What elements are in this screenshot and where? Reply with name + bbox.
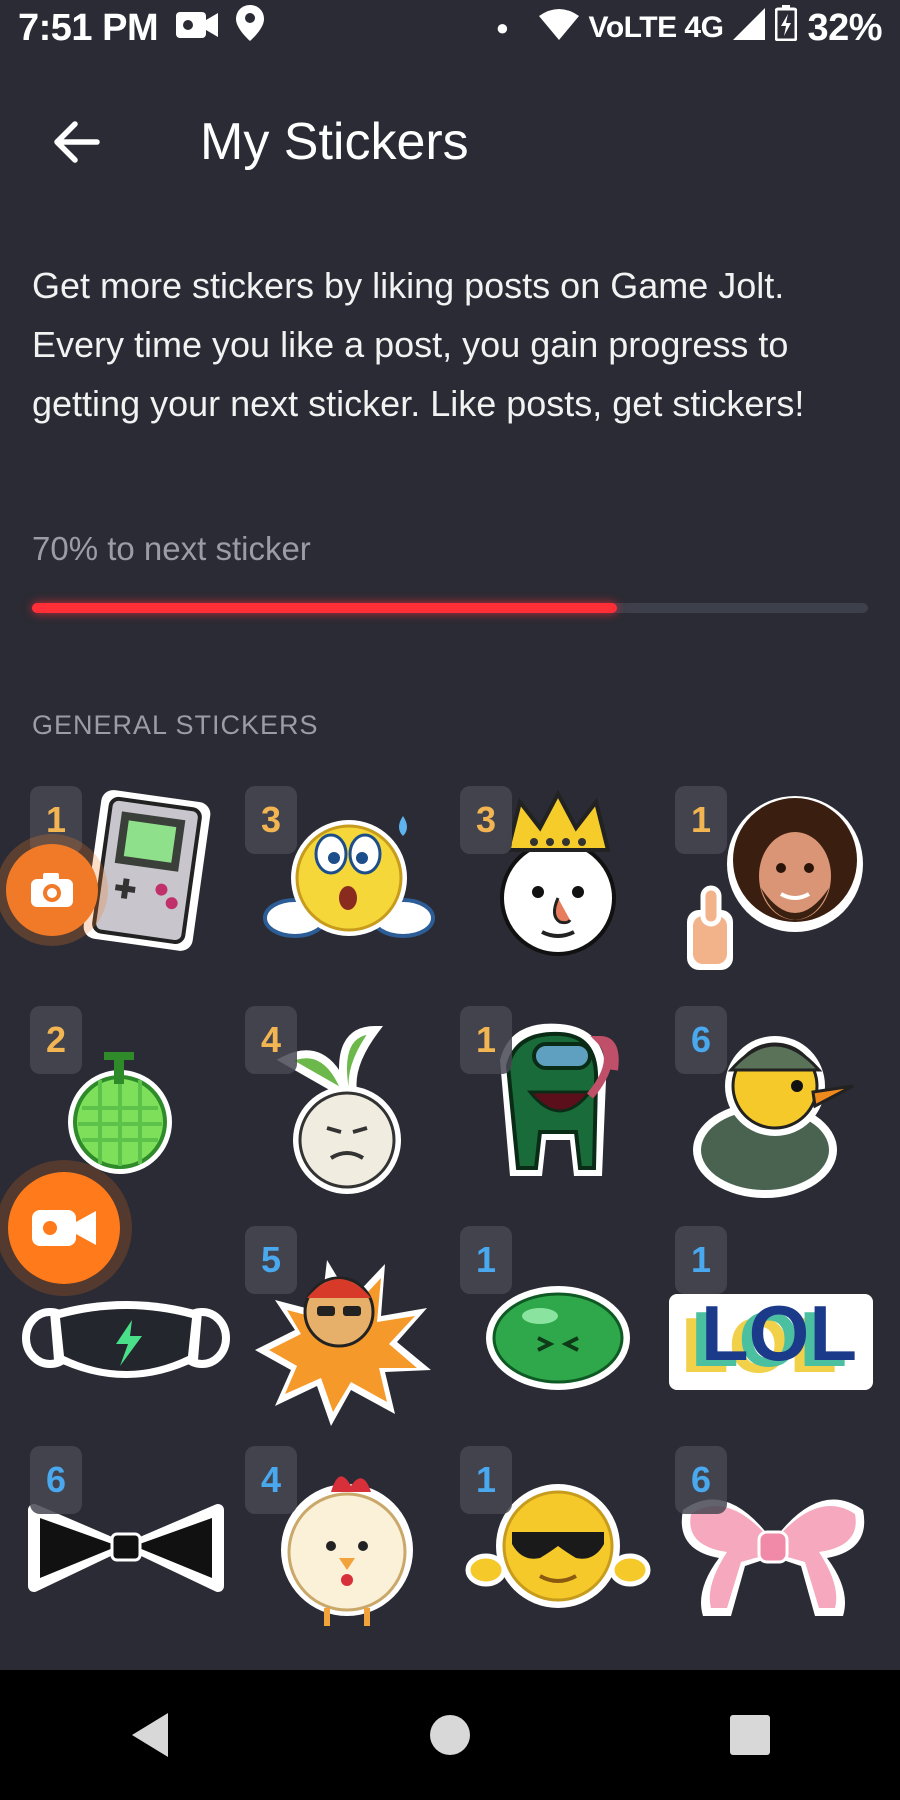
sticker-item-painter[interactable]: 1 bbox=[665, 780, 880, 1000]
sticker-item-pink-bow[interactable]: 6 bbox=[665, 1440, 880, 1660]
progress-bar-fill bbox=[32, 603, 618, 613]
location-pin-icon bbox=[236, 5, 265, 51]
nav-recents-button[interactable] bbox=[690, 1675, 810, 1795]
section-title: GENERAL STICKERS bbox=[32, 710, 319, 740]
sticker-item-bowtie[interactable]: 6 bbox=[20, 1440, 235, 1660]
sticker-count: 4 bbox=[245, 1446, 297, 1514]
camera-fab-button[interactable] bbox=[6, 844, 98, 936]
app-bar: My Stickers bbox=[0, 92, 900, 192]
sticker-count: 6 bbox=[675, 1446, 727, 1514]
sticker-item-sunglasses[interactable]: 1 bbox=[450, 1440, 665, 1660]
progress-label: 70% to next sticker bbox=[32, 530, 311, 567]
sticker-item-chicken[interactable]: 4 bbox=[235, 1440, 450, 1660]
progress-bar bbox=[32, 603, 868, 613]
video-camera-icon bbox=[176, 7, 219, 50]
sticker-grid: 1 3 3 1 2 4 1 6 5 1 LOL LOL LOL 1 6 4 1 … bbox=[20, 780, 880, 1660]
nav-home-button[interactable] bbox=[390, 1675, 510, 1795]
notification-dot-icon: ● bbox=[495, 15, 509, 40]
intro-text: Get more stickers by liking posts on Gam… bbox=[32, 265, 805, 424]
sticker-count: 3 bbox=[245, 786, 297, 854]
sticker-count: 6 bbox=[675, 1006, 727, 1074]
signal-icon bbox=[733, 7, 766, 50]
sticker-count: 2 bbox=[30, 1006, 82, 1074]
sticker-count: 1 bbox=[460, 1006, 512, 1074]
svg-text:LOL: LOL bbox=[701, 1289, 857, 1377]
home-circle-icon bbox=[430, 1715, 470, 1755]
wifi-icon bbox=[538, 7, 579, 50]
sticker-count: 1 bbox=[460, 1226, 512, 1294]
recents-square-icon bbox=[730, 1715, 770, 1755]
nav-back-button[interactable] bbox=[90, 1675, 210, 1795]
sticker-item-crewmate[interactable]: 1 bbox=[450, 1000, 665, 1220]
status-bar: 7:51 PM ● VoLTE 4G 32% bbox=[0, 0, 900, 56]
arrow-left-icon bbox=[54, 121, 100, 163]
sticker-item-salt[interactable]: 5 bbox=[235, 1220, 450, 1440]
sticker-count: 4 bbox=[245, 1006, 297, 1074]
sticker-item-surprised[interactable]: 3 bbox=[235, 780, 450, 1000]
record-fab-button[interactable] bbox=[8, 1172, 120, 1284]
video-record-icon bbox=[32, 1210, 96, 1246]
sticker-count: 1 bbox=[675, 1226, 727, 1294]
back-triangle-icon bbox=[132, 1713, 168, 1757]
sticker-count: 5 bbox=[245, 1226, 297, 1294]
page-title: My Stickers bbox=[200, 113, 469, 171]
sticker-item-lol[interactable]: LOL LOL LOL 1 bbox=[665, 1220, 880, 1440]
battery-icon bbox=[774, 5, 798, 51]
back-button[interactable] bbox=[36, 102, 116, 182]
sticker-item-crowned-face[interactable]: 3 bbox=[450, 780, 665, 1000]
sticker-count: 6 bbox=[30, 1446, 82, 1514]
sticker-count: 1 bbox=[460, 1446, 512, 1514]
sticker-item-radish[interactable]: 4 bbox=[235, 1000, 450, 1220]
camera-icon bbox=[31, 873, 73, 907]
status-time: 7:51 PM bbox=[18, 6, 159, 49]
sticker-item-slime[interactable]: 1 bbox=[450, 1220, 665, 1440]
sticker-count: 3 bbox=[460, 786, 512, 854]
sticker-count: 1 bbox=[675, 786, 727, 854]
sticker-item-duck[interactable]: 6 bbox=[665, 1000, 880, 1220]
battery-percent: 32% bbox=[807, 6, 882, 49]
system-nav-bar bbox=[0, 1670, 900, 1800]
network-label: VoLTE 4G bbox=[588, 11, 724, 44]
